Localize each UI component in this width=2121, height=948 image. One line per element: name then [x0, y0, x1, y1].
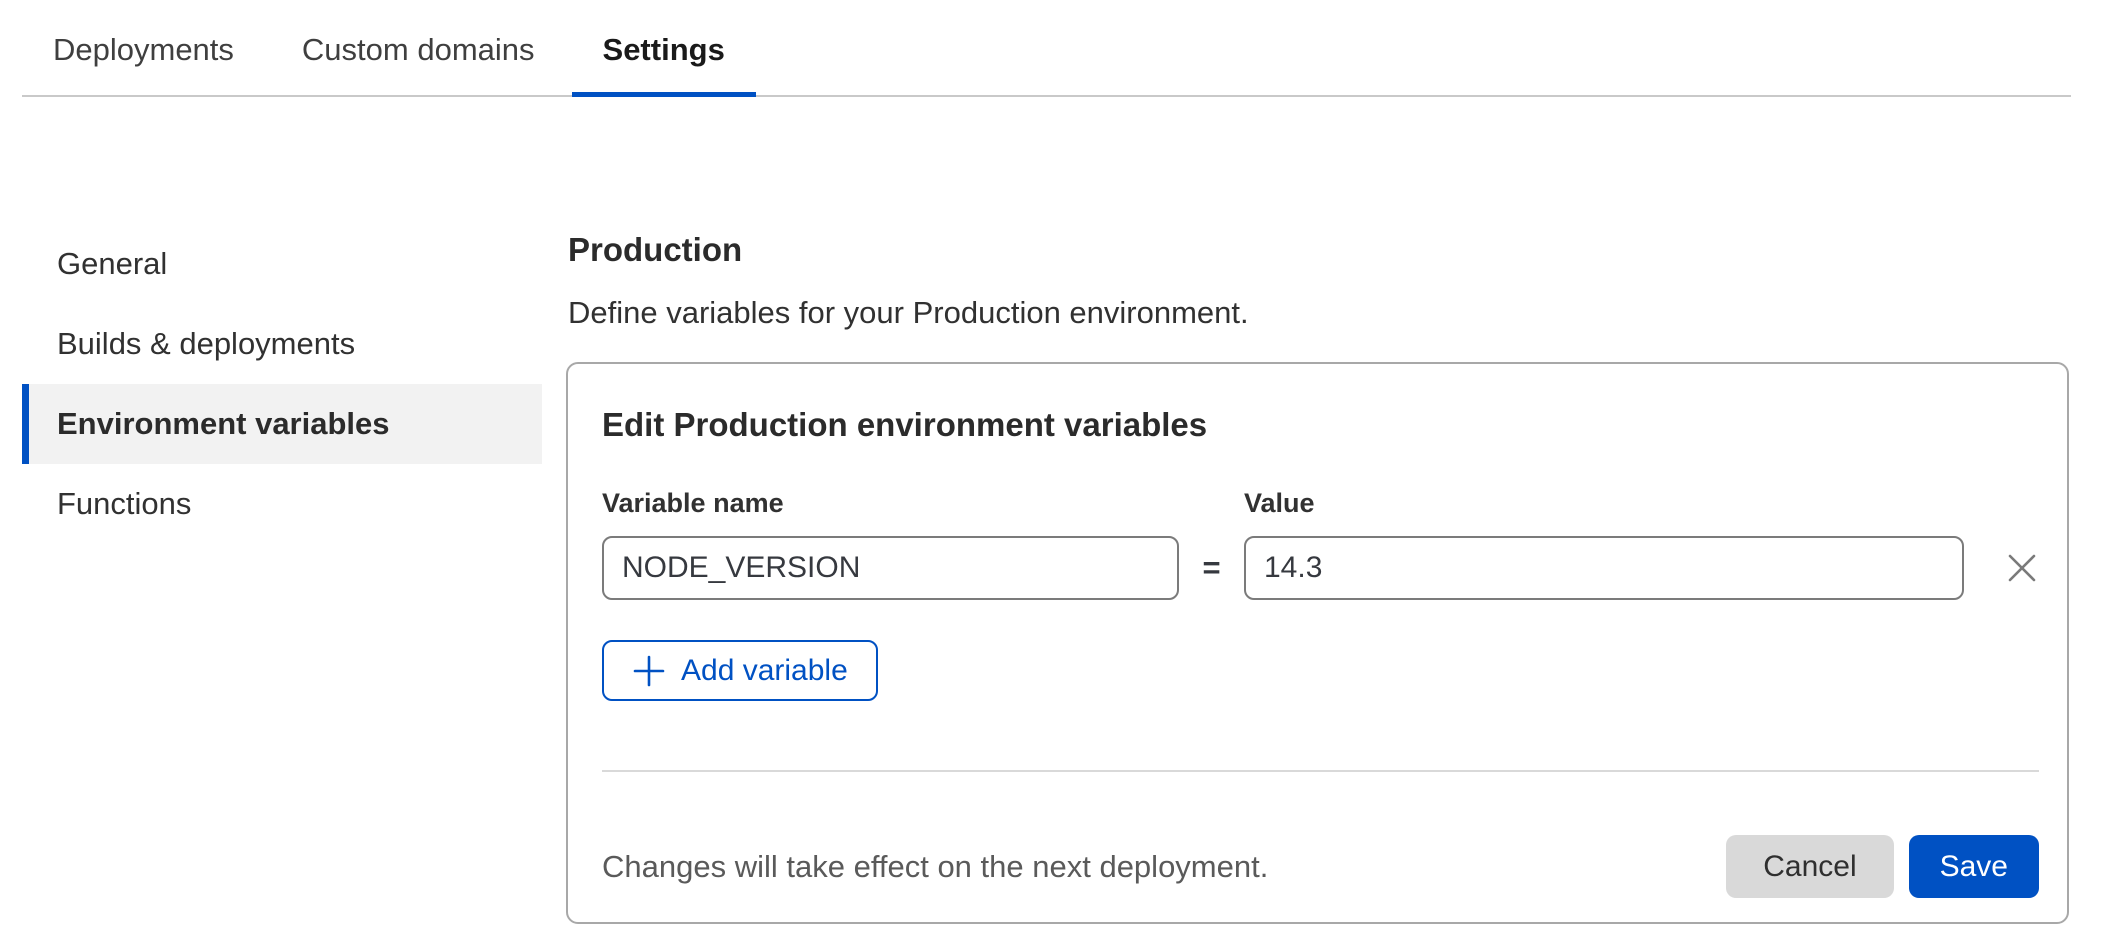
settings-page: Deployments Custom domains Settings Gene…: [0, 0, 2121, 924]
add-variable-button[interactable]: Add variable: [602, 640, 878, 701]
variable-name-column: Variable name: [602, 488, 1179, 600]
variable-name-label: Variable name: [602, 488, 1179, 519]
sidebar-item-builds-deployments[interactable]: Builds & deployments: [22, 304, 542, 384]
section-description: Define variables for your Production env…: [568, 294, 2069, 332]
equals-separator: =: [1179, 536, 1244, 600]
save-button[interactable]: Save: [1909, 835, 2039, 898]
variable-value-label: Value: [1244, 488, 1964, 519]
section-title: Production: [568, 230, 2069, 270]
project-tabbar: Deployments Custom domains Settings: [22, 0, 2071, 97]
close-icon: [2005, 573, 2039, 588]
card-footer: Changes will take effect on the next dep…: [602, 835, 2039, 898]
variable-row: Variable name = Value: [602, 488, 2039, 600]
sidebar-item-functions[interactable]: Functions: [22, 464, 542, 544]
sidebar-item-general[interactable]: General: [22, 224, 542, 304]
variable-value-column: Value: [1244, 488, 1964, 600]
card-title: Edit Production environment variables: [602, 406, 2039, 444]
environment-variables-card: Edit Production environment variables Va…: [566, 362, 2069, 924]
main-panel: Production Define variables for your Pro…: [542, 224, 2069, 924]
remove-variable-box: [2005, 536, 2039, 600]
variable-name-input[interactable]: [602, 536, 1179, 600]
plus-icon: [632, 654, 666, 688]
tab-settings[interactable]: Settings: [572, 20, 756, 97]
tab-deployments[interactable]: Deployments: [22, 20, 265, 97]
remove-variable-button[interactable]: [2005, 551, 2039, 585]
cancel-button[interactable]: Cancel: [1726, 835, 1893, 898]
deployment-note: Changes will take effect on the next dep…: [602, 849, 1726, 885]
variable-value-input[interactable]: [1244, 536, 1964, 600]
tab-custom-domains[interactable]: Custom domains: [271, 20, 566, 97]
settings-sidebar: General Builds & deployments Environment…: [22, 224, 542, 924]
settings-content: General Builds & deployments Environment…: [22, 97, 2071, 924]
sidebar-item-environment-variables[interactable]: Environment variables: [22, 384, 542, 464]
add-variable-label: Add variable: [681, 654, 848, 688]
card-footer-divider: [602, 770, 2039, 772]
